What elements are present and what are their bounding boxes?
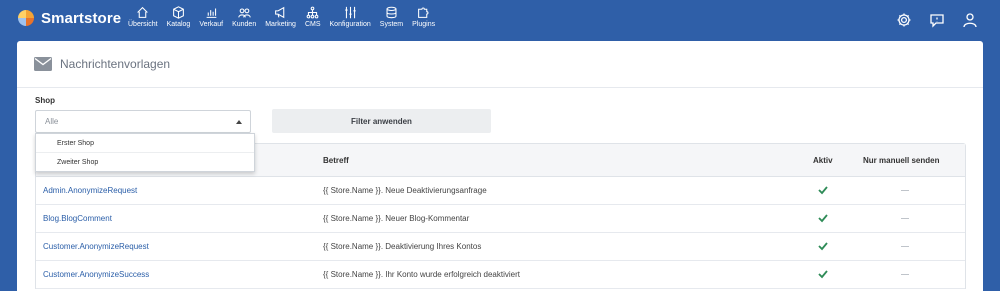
nav-label: Plugins: [412, 21, 436, 28]
sliders-icon: [344, 6, 356, 19]
user-menu-button[interactable]: [962, 12, 978, 28]
dash-icon: [901, 218, 909, 219]
template-name-link[interactable]: Admin.AnonymizeRequest: [43, 186, 137, 195]
check-icon: [818, 214, 828, 223]
puzzle-icon: [418, 7, 429, 18]
smartstore-logo-icon: [18, 10, 34, 26]
database-icon: [386, 6, 397, 19]
nav-item-katalog[interactable]: Katalog: [166, 6, 191, 28]
nav-label: Kunden: [232, 21, 257, 28]
nav-label: Katalog: [166, 21, 191, 28]
nav-label: Marketing: [265, 21, 296, 28]
nav-item-verkauf[interactable]: Verkauf: [199, 6, 223, 28]
check-icon: [818, 242, 828, 251]
apply-filter-button[interactable]: Filter anwenden: [272, 109, 491, 133]
page-header: Nachrichtenvorlagen: [17, 41, 983, 88]
template-subject: {{ Store.Name }}. Ihr Konto wurde erfolg…: [323, 270, 520, 279]
dash-icon: [901, 274, 909, 275]
template-subject: {{ Store.Name }}. Neuer Blog-Kommentar: [323, 214, 470, 223]
nav-label: CMS: [304, 21, 321, 28]
nav-item-plugins[interactable]: Plugins: [412, 6, 435, 28]
brand-logo[interactable]: Smartstore: [17, 9, 121, 27]
template-name-link[interactable]: Blog.BlogComment: [43, 214, 112, 223]
topbar-actions: [879, 12, 978, 28]
users-icon: [237, 8, 251, 18]
nav-label: Verkauf: [199, 21, 224, 28]
nav-item-uebersicht[interactable]: Übersicht: [128, 6, 158, 28]
dash-icon: [901, 190, 909, 191]
check-icon: [818, 270, 828, 279]
table-row: Customer.AnonymizeRequest {{ Store.Name …: [36, 233, 965, 261]
shop-select[interactable]: Alle: [35, 110, 251, 133]
chat-icon: [930, 14, 944, 28]
nav-label: Übersicht: [128, 21, 158, 28]
column-header-active[interactable]: Aktiv: [813, 156, 833, 165]
nav-item-konfiguration[interactable]: Konfiguration: [330, 6, 371, 28]
megaphone-icon: [275, 6, 285, 19]
sitemap-icon: [306, 6, 319, 19]
chat-button[interactable]: [929, 12, 945, 28]
user-icon: [963, 13, 977, 28]
shop-option[interactable]: Erster Shop: [36, 134, 254, 153]
column-header-subject[interactable]: Betreff: [323, 156, 349, 165]
envelope-icon: [34, 57, 52, 71]
caret-up-icon: [236, 120, 242, 124]
template-subject: {{ Store.Name }}. Deaktivierung Ihres Ko…: [323, 242, 482, 251]
shop-select-value: Alle: [45, 117, 59, 126]
page-title: Nachrichtenvorlagen: [60, 57, 171, 71]
nav-label: Konfiguration: [329, 21, 371, 28]
shop-select-dropdown: Erster Shop Zweiter Shop: [35, 133, 255, 172]
nav-item-cms[interactable]: CMS: [305, 6, 321, 28]
dash-icon: [901, 246, 909, 247]
template-name-link[interactable]: Customer.AnonymizeRequest: [43, 242, 149, 251]
top-navigation-bar: Smartstore Übersicht Katalog Verkauf Kun…: [0, 0, 1000, 40]
nav-item-kunden[interactable]: Kunden: [232, 6, 256, 28]
box-icon: [173, 6, 184, 19]
settings-icon: [897, 13, 911, 27]
brand-name: Smartstore: [41, 9, 122, 27]
check-icon: [818, 186, 828, 195]
table-row: Admin.AnonymizeRequest {{ Store.Name }}.…: [36, 177, 965, 205]
shop-option[interactable]: Zweiter Shop: [36, 153, 254, 171]
nav-label: System: [379, 21, 404, 28]
nav-item-system[interactable]: System: [380, 6, 403, 28]
settings-button[interactable]: [896, 12, 912, 28]
content-card: Nachrichtenvorlagen Shop Alle Filter anw…: [17, 41, 983, 291]
home-icon: [137, 6, 149, 18]
template-name-link[interactable]: Customer.AnonymizeSuccess: [43, 270, 149, 279]
template-subject: {{ Store.Name }}. Neue Deaktivierungsanf…: [323, 186, 487, 195]
column-header-manual[interactable]: Nur manuell senden: [863, 156, 939, 165]
main-nav: Übersicht Katalog Verkauf Kunden Marketi…: [128, 6, 444, 28]
nav-item-marketing[interactable]: Marketing: [265, 6, 296, 28]
bar-chart-icon: [206, 8, 217, 18]
table-row: Blog.BlogComment {{ Store.Name }}. Neuer…: [36, 205, 965, 233]
shop-filter-label: Shop: [35, 96, 55, 105]
